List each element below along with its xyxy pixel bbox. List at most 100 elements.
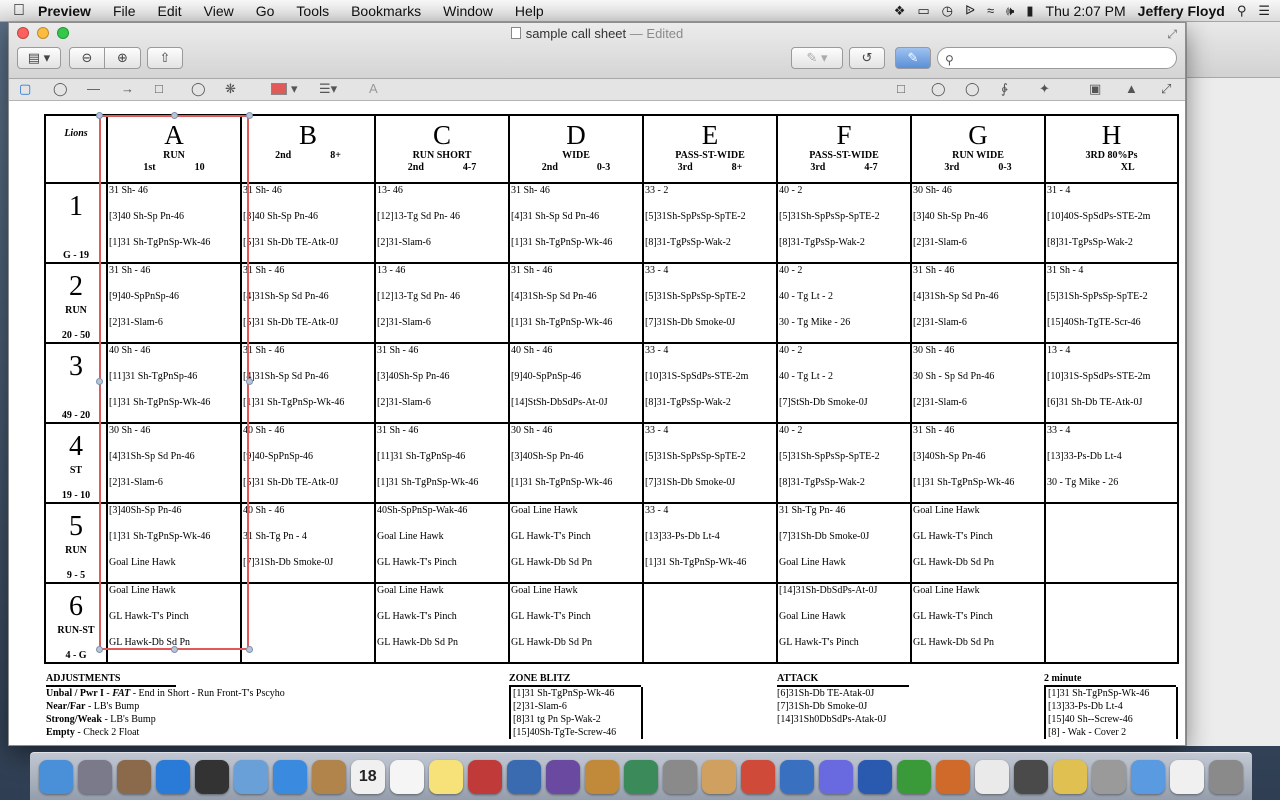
resize-handle[interactable] [246, 646, 253, 653]
play-cell[interactable]: Goal Line Hawk GL Hawk-T's Pinch GL Hawk-D… [910, 502, 1046, 584]
play-cell[interactable]: 13 - 46 [12]13-Tg Sd Pn- 46 [2]31-Slam-6 [374, 262, 510, 344]
markup-toolbar-button[interactable]: ✎ [895, 47, 931, 69]
play-cell[interactable]: 33 - 4 [10]31S-SpSdPs-STE-2m [8]31-TgPsSp-… [642, 342, 778, 424]
itunes-icon[interactable] [819, 759, 854, 794]
play-cell[interactable]: 40 - 2 40 - Tg Lt - 2 [7]StSh-Db Smoke-0J [776, 342, 912, 424]
border-color-swatch[interactable] [271, 83, 287, 95]
dvd-icon[interactable] [741, 759, 776, 794]
resize-handle[interactable] [246, 378, 253, 385]
loupe-icon[interactable]: ❋ [225, 81, 236, 97]
play-cell[interactable]: 40 - 2 40 - Tg Lt - 2 30 - Tg Mike - 26 [776, 262, 912, 344]
menu-view[interactable]: View [204, 3, 234, 19]
apple-menu-icon[interactable]:  [0, 2, 38, 20]
play-cell[interactable]: 31 Sh - 46 [3]40Sh-Sp Pn-46 [1]31 Sh-TgPnS… [910, 422, 1046, 504]
menubar-clock[interactable]: Thu 2:07 PM [1046, 3, 1126, 19]
play-cell[interactable]: 40 Sh - 46 [9]40-SpPnSp-46 [5]31 Sh-Db TE-… [240, 422, 376, 504]
menu-tools[interactable]: Tools [296, 3, 329, 19]
menu-help[interactable]: Help [515, 3, 544, 19]
facetime-icon[interactable] [1014, 759, 1049, 794]
resize-handle[interactable] [246, 112, 253, 119]
menu-bookmarks[interactable]: Bookmarks [351, 3, 421, 19]
arrow-shape-icon[interactable]: → [121, 81, 134, 96]
elliptical-select-icon[interactable]: ◯ [931, 81, 946, 97]
play-cell[interactable]: 33 - 2 [5]31Sh-SpPsSp-SpTE-2 [8]31-TgPsSp-… [642, 182, 778, 264]
reminders-icon[interactable] [389, 759, 424, 794]
speech-bubble-icon[interactable]: ◯ [191, 81, 206, 97]
notes-icon[interactable] [428, 759, 463, 794]
zoom-out-icon[interactable]: ⊖ [70, 48, 106, 68]
dashboard-icon[interactable] [194, 759, 229, 794]
spotlight-icon[interactable]: ⚲ [1237, 3, 1247, 19]
play-cell[interactable]: 31 Sh- 46 [4]31 Sh-Sp Sd Pn-46 [1]31 Sh-Tg… [508, 182, 644, 264]
play-cell[interactable] [240, 582, 376, 664]
fullscreen-icon[interactable]: ⤢ [1167, 27, 1177, 42]
resize-handle[interactable] [96, 112, 103, 119]
menu-go[interactable]: Go [256, 3, 275, 19]
wifi-icon[interactable]: ≈ [987, 3, 994, 18]
play-cell[interactable]: 13 - 4 [10]31S-SpSdPs-STE-2m [6]31 Sh-Db T… [1044, 342, 1179, 424]
play-cell[interactable] [1044, 582, 1179, 664]
play-cell[interactable]: 40 - 2 [5]31Sh-SpPsSp-SpTE-2 [8]31-TgPsSp-… [776, 422, 912, 504]
play-cell[interactable]: 31 Sh - 46 [11]31 Sh-TgPnSp-46 [1]31 Sh-Tg… [374, 422, 510, 504]
messages-icon[interactable] [1053, 759, 1088, 794]
garageband-icon[interactable] [584, 759, 619, 794]
launchpad-icon[interactable] [77, 759, 112, 794]
finder-icon[interactable] [38, 759, 73, 794]
play-cell[interactable]: 33 - 4 [5]31Sh-SpPsSp-SpTE-2 [7]31Sh-Db Sm… [642, 422, 778, 504]
play-cell[interactable]: 30 Sh - 46 [3]40Sh-Sp Pn-46 [1]31 Sh-TgPnS… [508, 422, 644, 504]
play-cell[interactable]: 31 Sh-Tg Pn- 46 [7]31Sh-Db Smoke-0J Goal L… [776, 502, 912, 584]
smart-lasso-icon[interactable]: ∳ [1001, 81, 1008, 97]
volume-icon[interactable]: 🕪 [1006, 3, 1014, 19]
play-cell[interactable]: 40 - 2 [5]31Sh-SpPsSp-SpTE-2 [8]31-TgPsSp-… [776, 182, 912, 264]
resize-handle[interactable] [171, 646, 178, 653]
play-cell[interactable]: 31 Sh - 46 [4]31Sh-Sp Sd Pn-46 [1]31 Sh-Tg… [240, 342, 376, 424]
font-style-icon[interactable]: A [369, 81, 378, 96]
airplay-icon[interactable]: ▭ [917, 3, 929, 19]
calendar-icon[interactable]: 18 [350, 759, 385, 794]
document-icon[interactable] [1170, 759, 1205, 794]
notification-center-icon[interactable]: ☰ [1258, 3, 1270, 19]
play-cell[interactable]: Goal Line Hawk GL Hawk-T's Pinch GL Hawk-D… [508, 502, 644, 584]
rect-select-icon[interactable]: □ [897, 81, 905, 96]
selection-rectangle[interactable] [99, 115, 249, 650]
rotate-button[interactable]: ↺ [849, 47, 885, 69]
network-icon[interactable] [1131, 759, 1166, 794]
line-weight-icon[interactable]: ☰▾ [319, 81, 337, 97]
play-cell[interactable]: 31 Sh - 46 [4]31Sh-Sp Sd Pn-46 [2]31-Slam-… [910, 262, 1046, 344]
time-machine-icon[interactable] [623, 759, 658, 794]
play-cell[interactable]: Goal Line Hawk GL Hawk-T's Pinch GL Hawk-D… [508, 582, 644, 664]
script-icon[interactable] [975, 759, 1010, 794]
play-cell[interactable]: Goal Line Hawk GL Hawk-T's Pinch GL Hawk-D… [910, 582, 1046, 664]
quicktime-icon[interactable] [780, 759, 815, 794]
resize-handle[interactable] [96, 378, 103, 385]
document-canvas[interactable]: Lions A RUN 1st 10 B 2nd 8+ C RUN SHORT 2nd 4-7… [9, 102, 1185, 745]
play-cell[interactable]: 30 Sh - 46 30 Sh - Sp Sd Pn-46 [2]31-Slam-… [910, 342, 1046, 424]
menu-file[interactable]: File [113, 3, 136, 19]
color-dropdown-icon[interactable]: ▾ [291, 81, 298, 97]
safari-icon[interactable] [272, 759, 307, 794]
document-name[interactable]: sample call sheet [526, 26, 626, 41]
lasso-select-icon[interactable]: ◯ [965, 81, 980, 97]
play-cell[interactable]: 40Sh-SpPnSp-Wak-46 Goal Line Hawk GL Hawk-… [374, 502, 510, 584]
zoom-in-icon[interactable]: ⊕ [105, 48, 140, 68]
powerpoint-icon[interactable] [936, 759, 971, 794]
search-input[interactable]: ⚲ [937, 47, 1177, 69]
adjust-color-icon[interactable]: ▲ [1125, 81, 1138, 96]
play-cell[interactable]: 40 Sh - 46 [9]40-SpPnSp-46 [14]StSh-DbSdPs… [508, 342, 644, 424]
play-cell[interactable]: 31 Sh - 46 [3]40Sh-Sp Pn-46 [2]31-Slam-6 [374, 342, 510, 424]
play-cell[interactable]: 33 - 4 [13]33-Ps-Db Lt-4 [1]31 Sh-TgPnSp-W… [642, 502, 778, 584]
instant-alpha-icon[interactable]: ✦ [1039, 81, 1050, 97]
play-cell[interactable] [642, 582, 778, 664]
play-cell[interactable] [1044, 502, 1179, 584]
crop-icon[interactable]: ▣ [1089, 81, 1101, 97]
preview-icon[interactable] [116, 759, 151, 794]
time-machine-status-icon[interactable]: ◷ [942, 3, 953, 19]
menu-edit[interactable]: Edit [158, 3, 182, 19]
play-cell[interactable]: 40 Sh - 46 31 Sh-Tg Pn - 4 [7]31Sh-Db Smok… [240, 502, 376, 584]
play-cell[interactable]: Goal Line Hawk GL Hawk-T's Pinch GL Hawk-D… [374, 582, 510, 664]
resize-handle[interactable] [171, 112, 178, 119]
word-icon[interactable] [858, 759, 893, 794]
play-cell[interactable]: 33 - 4 [5]31Sh-SpPsSp-SpTE-2 [7]31Sh-Db Sm… [642, 262, 778, 344]
play-cell[interactable]: 31 Sh - 46 [4]31Sh-Sp Sd Pn-46 [1]31 Sh-Tg… [508, 262, 644, 344]
play-cell[interactable]: 33 - 4 [13]33-Ps-Db Lt-4 30 - Tg Mike - 26 [1044, 422, 1179, 504]
